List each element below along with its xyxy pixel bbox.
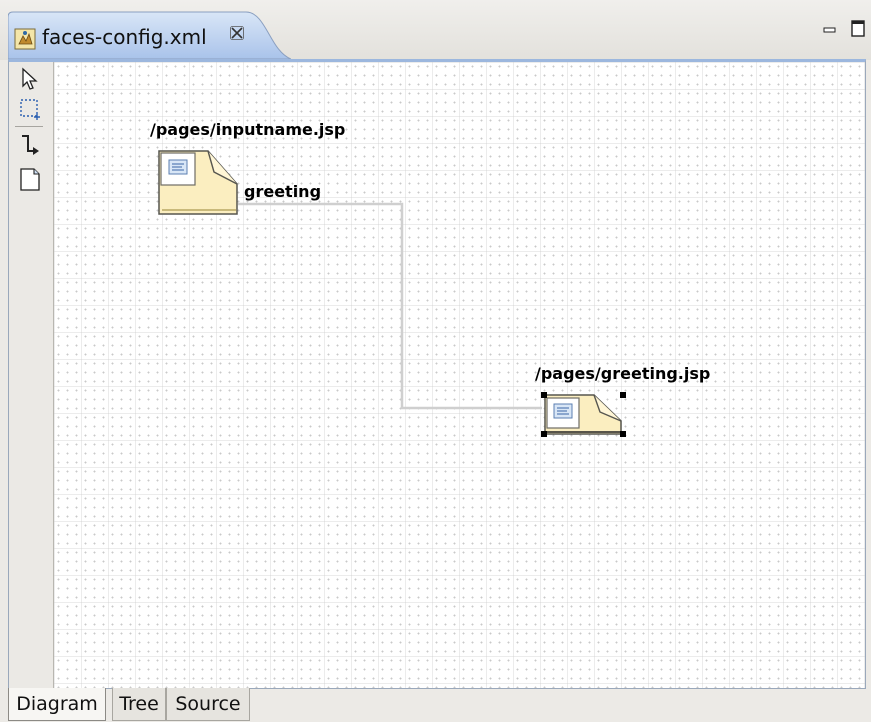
tab-tree[interactable]: Tree — [112, 688, 166, 721]
minimize-icon[interactable] — [823, 20, 837, 39]
jsp-page-icon — [158, 150, 238, 215]
marquee-tool[interactable] — [17, 96, 43, 122]
arrow-pointer-icon — [22, 67, 38, 90]
selection-handle[interactable] — [541, 392, 547, 398]
selection-handle[interactable] — [541, 431, 547, 437]
editor-page-tabs: Diagram Tree Source — [8, 688, 866, 722]
diagram-canvas[interactable]: /pages/inputname.jsp greeting /pages/gre… — [54, 62, 865, 688]
editor-tab-title: faces-config.xml — [42, 25, 207, 49]
page-icon — [20, 168, 40, 191]
selection-handle[interactable] — [620, 431, 626, 437]
editor-tab[interactable]: faces-config.xml — [8, 11, 291, 59]
dashed-rectangle-icon — [20, 99, 40, 120]
jsp-page-icon — [544, 394, 622, 435]
transition-label-greeting: greeting — [244, 182, 322, 201]
tab-source[interactable]: Source — [166, 688, 250, 721]
selection-handle[interactable] — [620, 392, 626, 398]
select-tool[interactable] — [17, 66, 43, 92]
connection-tool[interactable] — [17, 132, 43, 158]
page-label-inputname: /pages/inputname.jsp — [150, 120, 346, 139]
close-icon[interactable] — [229, 25, 249, 45]
page-label-greeting: /pages/greeting.jsp — [535, 364, 711, 383]
page-node-greeting[interactable] — [541, 392, 626, 437]
page-tool[interactable] — [17, 166, 43, 192]
palette-separator — [15, 126, 43, 127]
tool-palette — [9, 62, 54, 688]
tab-diagram[interactable]: Diagram — [8, 688, 106, 721]
maximize-icon[interactable] — [851, 20, 867, 42]
faces-config-file-icon — [14, 28, 38, 52]
connection-arrow-icon — [22, 135, 39, 155]
editor-header: faces-config.xml — [0, 0, 871, 60]
page-node-inputname[interactable] — [158, 150, 238, 216]
